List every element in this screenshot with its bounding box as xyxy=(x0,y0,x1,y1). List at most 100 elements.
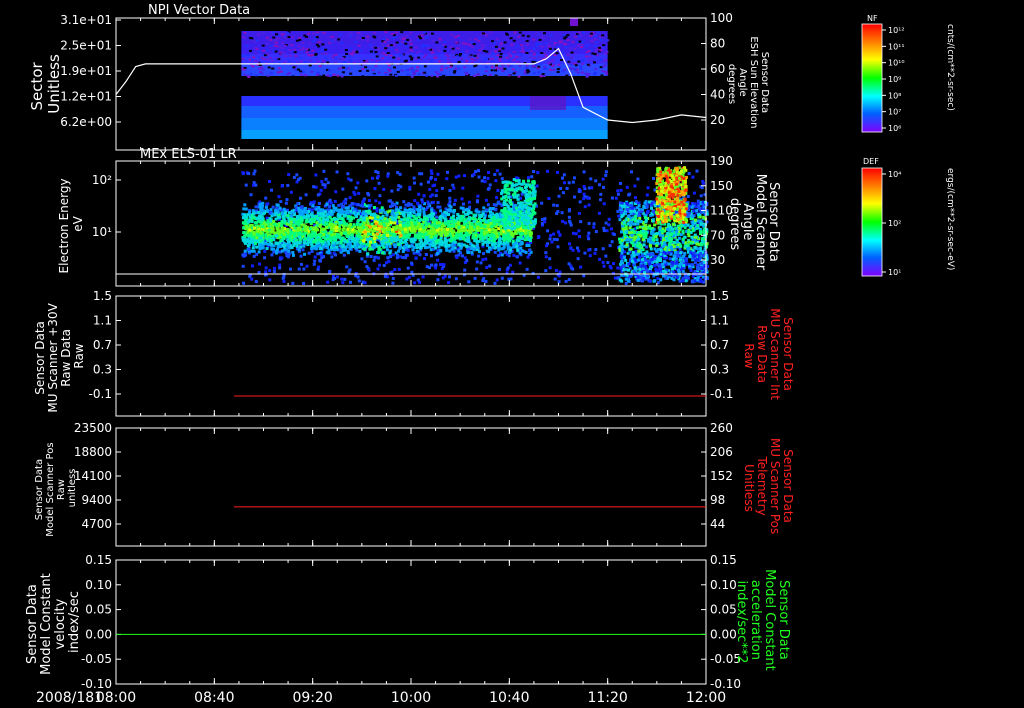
spectrogram-pixel xyxy=(434,70,438,73)
spectrogram-pixel xyxy=(437,221,441,225)
spectrogram-pixel xyxy=(503,251,507,255)
spectrogram-pixel xyxy=(362,61,366,64)
spectrogram-pixel xyxy=(242,226,246,230)
spectrogram-pixel xyxy=(247,172,251,176)
spectrogram-pixel xyxy=(406,51,410,54)
spectrogram-pixel xyxy=(405,234,409,238)
spectrogram-pixel xyxy=(477,39,481,42)
spectrogram-pixel xyxy=(330,40,334,43)
spectrogram-pixel xyxy=(259,70,263,73)
spectrogram-pixel xyxy=(292,66,296,69)
spectrogram-pixel xyxy=(604,52,608,55)
spectrogram-pixel xyxy=(417,35,421,38)
spectrogram-pixel xyxy=(342,61,346,64)
spectrogram-pixel xyxy=(337,203,341,207)
spectrogram-pixel xyxy=(537,71,541,74)
spectrogram-pixel xyxy=(636,177,640,181)
spectrogram-pixel xyxy=(485,265,489,269)
spectrogram-pixel xyxy=(265,42,269,45)
spectrogram-pixel xyxy=(590,40,594,43)
spectrogram-pixel xyxy=(382,227,386,231)
spectrogram-pixel xyxy=(509,54,513,57)
spectrogram-pixel xyxy=(423,65,427,68)
spectrogram-pixel xyxy=(349,72,353,75)
spectrogram-pixel xyxy=(261,241,265,245)
spectrogram-pixel xyxy=(313,218,317,222)
spectrogram-pixel xyxy=(384,31,388,34)
spectrogram-pixel xyxy=(498,58,502,61)
spectrogram-pixel xyxy=(561,70,565,73)
spectrogram-pixel xyxy=(281,230,285,234)
spectrogram-pixel xyxy=(478,49,482,52)
spectrogram-pixel xyxy=(523,238,527,242)
spectrogram-pixel xyxy=(384,53,388,56)
spectrogram-pixel xyxy=(310,208,314,212)
spectrogram-pixel xyxy=(385,219,389,223)
spectrogram-pixel xyxy=(491,52,495,55)
spectrogram-pixel xyxy=(357,279,361,283)
spectrogram-pixel xyxy=(341,236,345,240)
spectrogram-pixel xyxy=(274,211,278,215)
spectrogram-pixel xyxy=(491,40,495,43)
spectrogram-pixel xyxy=(403,208,407,212)
spectrogram-pixel xyxy=(371,229,375,233)
spectrogram-pixel xyxy=(557,274,561,278)
spectrogram-pixel xyxy=(354,237,358,241)
spectrogram-pixel xyxy=(418,280,422,284)
spectrogram-pixel xyxy=(246,243,250,247)
spectrogram-pixel xyxy=(315,207,319,211)
spectrogram-pixel xyxy=(397,215,401,219)
spectrogram-pixel xyxy=(268,278,272,282)
spectrogram-pixel xyxy=(300,73,304,76)
spectrogram-pixel xyxy=(410,58,414,61)
spectrogram-pixel xyxy=(414,234,418,238)
spectrogram-pixel xyxy=(537,56,541,59)
spectrogram-pixel xyxy=(387,199,391,203)
spectrogram-pixel xyxy=(487,228,491,232)
spectrogram-pixel xyxy=(465,207,469,211)
spectrogram-pixel xyxy=(587,59,591,62)
spectrogram-pixel xyxy=(596,31,600,34)
spectrogram-pixel xyxy=(453,198,457,202)
spectrogram-pixel xyxy=(402,214,406,218)
spectrogram-pixel xyxy=(255,245,259,249)
spectrogram-pixel xyxy=(340,75,344,78)
spectrogram-pixel xyxy=(466,236,470,240)
spectrogram-pixel xyxy=(492,234,496,238)
spectrogram-pixel xyxy=(369,254,373,258)
spectrogram-pixel xyxy=(421,200,425,204)
spectrogram-pixel xyxy=(491,60,495,63)
spectrogram-pixel xyxy=(409,46,413,49)
spectrogram-pixel xyxy=(279,70,283,73)
spectrogram-pixel xyxy=(571,248,575,252)
spectrogram-pixel xyxy=(406,203,410,207)
spectrogram-pixel xyxy=(324,48,328,51)
spectrogram-pixel xyxy=(545,54,549,57)
spectrogram-pixel xyxy=(393,203,397,207)
spectrogram-pixel xyxy=(525,66,529,69)
spectrogram-pixel xyxy=(465,50,469,53)
spectrogram-pixel xyxy=(375,55,379,58)
spectrogram-pixel xyxy=(335,245,339,249)
spectrogram-pixel xyxy=(444,66,448,69)
right-axis-label: Sensor Data ESH Sun Elevation Angle degr… xyxy=(726,36,770,131)
spectrogram-pixel xyxy=(349,280,353,284)
spectrogram-pixel xyxy=(291,253,295,257)
spectrogram-pixel xyxy=(308,240,312,244)
spectrogram-patch xyxy=(570,18,578,26)
spectrogram-pixel xyxy=(452,186,456,190)
spectrogram-pixel xyxy=(274,50,278,53)
spectrogram-pixel xyxy=(355,222,359,226)
spectrogram-pixel xyxy=(570,63,574,66)
spectrogram-pixel xyxy=(310,54,314,57)
spectrogram-pixel xyxy=(436,201,440,205)
spectrogram-pixel xyxy=(345,234,349,238)
spectrogram-pixel xyxy=(429,254,433,258)
spectrogram-pixel xyxy=(395,74,399,77)
spectrogram-pixel xyxy=(553,54,557,57)
spectrogram-pixel xyxy=(561,176,565,180)
spectrogram-pixel xyxy=(381,235,385,239)
spectrogram-pixel xyxy=(695,169,699,173)
spectrogram-pixel xyxy=(279,239,283,243)
spectrogram-pixel xyxy=(397,243,401,247)
